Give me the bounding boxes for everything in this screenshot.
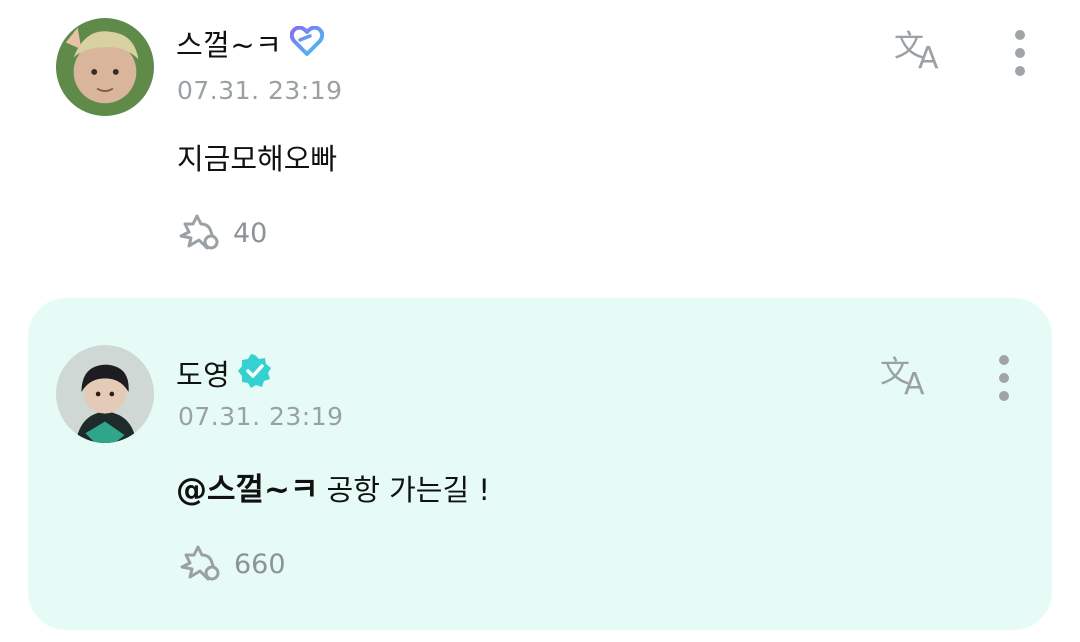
cheer-icon bbox=[177, 210, 225, 256]
avatar[interactable] bbox=[56, 345, 154, 443]
like-button[interactable]: 40 bbox=[177, 210, 267, 256]
like-count: 40 bbox=[233, 217, 268, 249]
mention-link[interactable]: @스껄~ㅋ bbox=[176, 472, 319, 508]
comment-body: 공항 가는길 ! bbox=[326, 473, 491, 507]
more-options-icon[interactable] bbox=[1005, 26, 1035, 80]
username[interactable]: 스껄~ㅋ bbox=[176, 22, 282, 64]
translate-icon[interactable]: 文 A bbox=[878, 350, 938, 402]
like-button[interactable]: 660 bbox=[178, 541, 286, 587]
heart-membership-icon bbox=[290, 25, 325, 60]
svg-text:A: A bbox=[918, 41, 939, 74]
comment-item: 스껄~ㅋ 07.31. 23:19 지금모해오빠 40 文 A bbox=[0, 0, 1080, 290]
name-row: 스껄~ㅋ bbox=[176, 22, 325, 64]
comment-text: @스껄~ㅋ 공항 가는길 ! bbox=[176, 464, 490, 509]
more-options-icon[interactable] bbox=[989, 351, 1019, 405]
name-row: 도영 bbox=[176, 352, 272, 394]
verified-badge-icon bbox=[238, 354, 272, 392]
translate-icon[interactable]: 文 A bbox=[892, 24, 952, 76]
like-count: 660 bbox=[234, 548, 286, 580]
comment-text: 지금모해오빠 bbox=[177, 136, 337, 178]
timestamp: 07.31. 23:19 bbox=[178, 402, 344, 431]
comment-item-highlighted: 도영 07.31. 23:19 @스껄~ㅋ 공항 가는길 ! 660 文 A bbox=[28, 298, 1052, 630]
comment-body: 지금모해오빠 bbox=[177, 142, 338, 176]
username[interactable]: 도영 bbox=[176, 352, 230, 394]
timestamp: 07.31. 23:19 bbox=[177, 76, 343, 105]
avatar[interactable] bbox=[56, 18, 154, 116]
svg-text:A: A bbox=[904, 367, 925, 400]
cheer-icon bbox=[178, 541, 226, 587]
